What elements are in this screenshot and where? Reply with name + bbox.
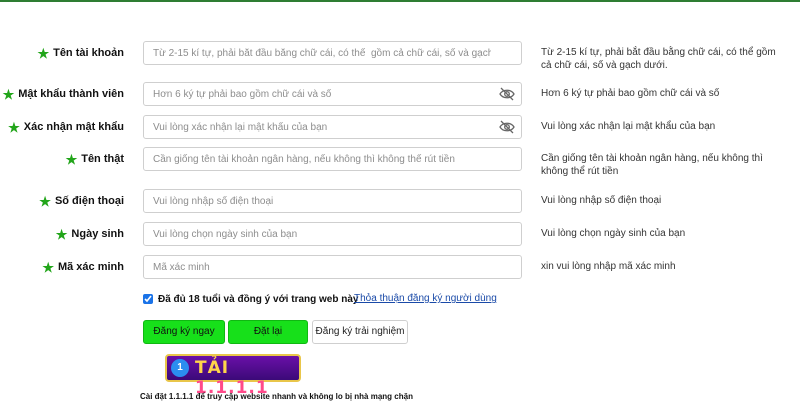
verification-code-input[interactable] bbox=[143, 255, 522, 279]
verification-code-label: ★ Mã xác minh bbox=[42, 259, 124, 275]
required-star-icon: ★ bbox=[37, 45, 50, 61]
password-row: ★ Mật khẩu thành viên Hơn 6 ký tự phải ba… bbox=[0, 82, 800, 106]
password-label: ★ Mật khẩu thành viên bbox=[2, 86, 124, 102]
username-row: ★ Tên tài khoản Từ 2-15 kí tự, phải bắt đ… bbox=[0, 41, 800, 71]
verification-code-hint: xin vui lòng nhập mã xác minh bbox=[541, 261, 676, 272]
reset-button[interactable]: Đặt lại bbox=[228, 320, 308, 344]
real-name-hint: Cần giống tên tài khoản ngân hàng, nếu k… bbox=[541, 153, 763, 177]
required-star-icon: ★ bbox=[2, 86, 15, 102]
username-hint: Từ 2-15 kí tự, phải bắt đầu bằng chữ cái… bbox=[541, 47, 776, 71]
phone-row: ★ Số điện thoại Vui lòng nhập số điện tho… bbox=[0, 189, 800, 213]
birthday-row: ★ Ngày sinh Vui lòng chọn ngày sinh của b… bbox=[0, 222, 800, 246]
password-hint: Hơn 6 ký tự phải bao gồm chữ cái và số bbox=[541, 88, 720, 99]
birthday-label: ★ Ngày sinh bbox=[55, 226, 124, 242]
password-input[interactable] bbox=[143, 82, 522, 106]
confirm-password-label: ★ Xác nhận mật khẩu bbox=[8, 119, 124, 135]
cloudflare-1111-icon: 1 bbox=[171, 359, 189, 377]
trial-register-button[interactable]: Đăng ký trải nghiệm bbox=[312, 320, 408, 344]
verification-code-row: ★Mã xác minh xin vui lòng nhập mã xác mi… bbox=[0, 255, 800, 279]
username-input[interactable] bbox=[143, 41, 522, 65]
user-agreement-link[interactable]: Thỏa thuận đăng ký người dùng bbox=[354, 293, 497, 304]
register-now-button[interactable]: Đăng ký ngay bbox=[143, 320, 225, 344]
age-agreement-text: Đã đủ 18 tuổi và đồng ý với trang web nà… bbox=[158, 293, 359, 305]
confirm-password-hint: Vui lòng xác nhận lại mật khẩu của bạn bbox=[541, 121, 716, 132]
real-name-label: ★ Tên thật bbox=[65, 151, 124, 167]
real-name-input[interactable] bbox=[143, 147, 522, 171]
eye-slash-icon[interactable] bbox=[499, 120, 515, 134]
eye-slash-icon[interactable] bbox=[499, 87, 515, 101]
required-star-icon: ★ bbox=[55, 226, 68, 242]
phone-label: ★ Số điện thoại bbox=[39, 193, 124, 209]
required-star-icon: ★ bbox=[42, 259, 54, 275]
download-1111-banner[interactable]: 1 TẢI 1.1.1.1 bbox=[165, 354, 301, 398]
required-star-icon: ★ bbox=[39, 193, 51, 209]
phone-hint: Vui lòng nhập số điện thoại bbox=[541, 195, 662, 206]
confirm-password-input[interactable] bbox=[143, 115, 522, 139]
required-star-icon: ★ bbox=[8, 119, 20, 135]
required-star-icon: ★ bbox=[65, 151, 78, 167]
age-agreement-checkbox[interactable] bbox=[143, 294, 153, 304]
username-label: ★ Tên tài khoản bbox=[37, 45, 124, 61]
age-agreement[interactable]: Đã đủ 18 tuổi và đồng ý với trang web nà… bbox=[143, 292, 358, 306]
phone-input[interactable] bbox=[143, 189, 522, 213]
confirm-password-row: ★ Xác nhận mật khẩu Vui lòng xác nhận lại… bbox=[0, 115, 800, 139]
birthday-hint: Vui lòng chọn ngày sinh của bạn bbox=[541, 228, 686, 239]
birthday-input[interactable] bbox=[143, 222, 522, 246]
real-name-row: ★ Tên thật Cần giống tên tài khoản ngân h… bbox=[0, 147, 800, 177]
top-border bbox=[0, 0, 800, 2]
